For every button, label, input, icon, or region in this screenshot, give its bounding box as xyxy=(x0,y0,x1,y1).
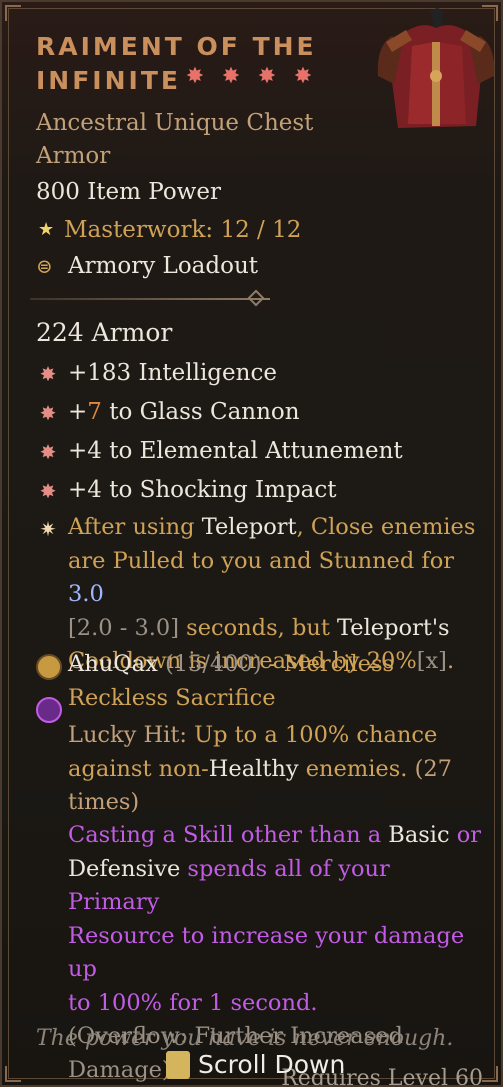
divider-ornament xyxy=(247,289,265,307)
affix-bullet-icon: ✸ xyxy=(39,440,57,464)
item-type-line2: Armor xyxy=(36,143,111,169)
scroll-down-prompt[interactable]: Scroll Down xyxy=(166,1050,345,1079)
masterwork-label: Masterwork: 12 / 12 xyxy=(64,217,302,243)
item-tooltip: RAIMENT OF THE INFINITE ✸ ✸ ✸ ✸ Ancestra… xyxy=(0,0,503,1087)
armory-loadout-icon: ⊜ xyxy=(36,254,53,278)
item-title-line1: RAIMENT OF THE xyxy=(36,32,317,61)
affix-glass-cannon: +7 to Glass Cannon xyxy=(68,399,300,425)
affix-elemental-attunement: +4 to Elemental Attunement xyxy=(68,438,403,464)
greater-affix-icon: ✸ xyxy=(221,64,241,89)
armory-loadout-label: Armory Loadout xyxy=(68,253,259,279)
affix-intelligence: +183 Intelligence xyxy=(68,360,277,386)
frame-corner xyxy=(5,1066,21,1082)
glyph-line: AhuQax (15/400) - Merciless Reckless Sac… xyxy=(68,651,395,711)
scroll-key-icon xyxy=(166,1050,190,1079)
chest-armor-icon xyxy=(377,8,495,128)
lucky-hit-text: Lucky Hit: Up to a 100% chance against n… xyxy=(68,722,452,815)
affix-bullet-icon: ✸ xyxy=(39,401,57,425)
greater-affix-icon: ✸ xyxy=(257,64,277,89)
section-divider xyxy=(30,298,270,300)
greater-affix-stars: ✸ ✸ ✸ ✸ xyxy=(184,66,314,88)
item-power: 800 Item Power xyxy=(36,179,221,205)
greater-affix-icon: ✸ xyxy=(293,64,313,89)
unique-power-icon: ✷ xyxy=(39,517,57,541)
flavor-text: The power you have is never enough. xyxy=(36,1026,454,1051)
frame-corner xyxy=(5,5,21,21)
greater-affix-icon: ✸ xyxy=(185,64,205,89)
armor-value: 224 Armor xyxy=(36,318,173,347)
affix-bullet-icon: ✸ xyxy=(39,362,57,386)
aspect-socket-icon xyxy=(36,697,62,723)
affix-shocking-impact: +4 to Shocking Impact xyxy=(68,477,337,503)
glyph-icon xyxy=(36,654,62,680)
affix-bullet-icon: ✸ xyxy=(39,479,57,503)
scroll-down-label: Scroll Down xyxy=(198,1050,346,1079)
masterwork-star-icon: ★ xyxy=(38,219,55,240)
item-type-line1: Ancestral Unique Chest xyxy=(36,110,314,136)
